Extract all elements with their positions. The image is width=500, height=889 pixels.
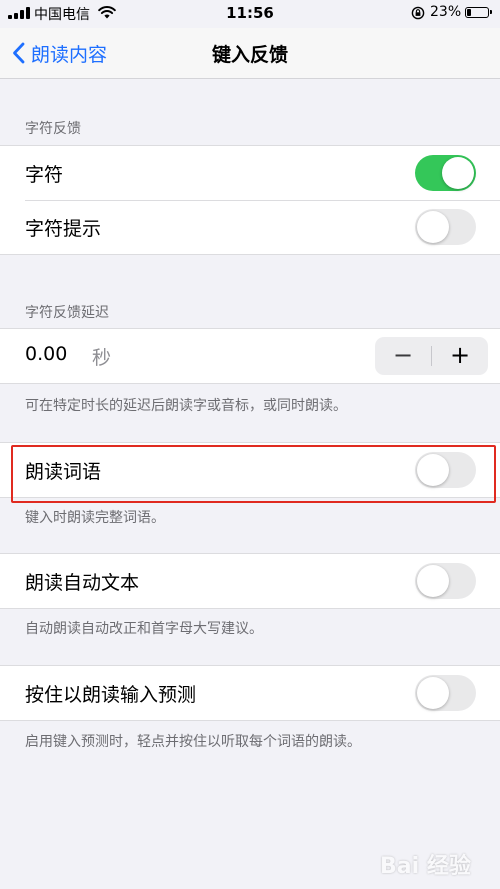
speak-words-footer-note: 键入时朗读完整词语。 xyxy=(25,510,165,526)
battery-icon xyxy=(465,7,492,18)
setting-row-character: 字符 xyxy=(0,146,500,200)
toggle-knob xyxy=(417,677,449,709)
speak-predictions-toggle[interactable] xyxy=(415,675,476,711)
speak-autotext-toggle[interactable] xyxy=(415,563,476,599)
speak-autotext-footer-note: 自动朗读自动改正和首字母大写建议。 xyxy=(25,621,263,637)
speak-autotext-group: 朗读自动文本 xyxy=(0,553,500,609)
setting-row-speak-autotext: 朗读自动文本 xyxy=(0,554,500,608)
decrement-button[interactable]: − xyxy=(375,337,431,375)
setting-row-character-hints: 字符提示 xyxy=(0,200,500,254)
battery-level xyxy=(467,9,471,16)
speak-predictions-footer-note: 启用键入预测时，轻点并按住以听取每个词语的朗读。 xyxy=(25,734,361,750)
status-bar: 中国电信 11:56 23% xyxy=(0,0,500,28)
page-title: 键入反馈 xyxy=(211,44,288,66)
baidu-jingyan-watermark: Bai 经验 xyxy=(380,836,496,886)
section-header-character-feedback: 字符反馈 xyxy=(25,121,81,137)
toggle-knob xyxy=(442,157,474,189)
increment-button[interactable]: + xyxy=(432,337,488,375)
delay-footer-note: 可在特定时长的延迟后朗读字或音标，或同时朗读。 xyxy=(25,398,347,414)
section-header-feedback-delay: 字符反馈延迟 xyxy=(25,305,109,321)
setting-label: 字符提示 xyxy=(25,218,102,240)
navigation-bar: 朗读内容 键入反馈 xyxy=(0,28,500,79)
battery-percentage: 23% xyxy=(430,4,462,20)
setting-label: 朗读自动文本 xyxy=(25,572,140,594)
character-feedback-group: 字符 字符提示 xyxy=(0,145,500,255)
delay-unit: 秒 xyxy=(92,347,112,369)
setting-label: 按住以朗读输入预测 xyxy=(25,684,197,706)
character-toggle[interactable] xyxy=(415,155,476,191)
rotation-lock-icon xyxy=(411,6,425,20)
character-hints-toggle[interactable] xyxy=(415,209,476,245)
feedback-delay-group: 0.00 秒 − + xyxy=(0,328,500,384)
setting-row-delay: 0.00 秒 − + xyxy=(0,329,500,383)
delay-stepper: − + xyxy=(375,337,488,375)
toggle-knob xyxy=(417,565,449,597)
clock: 11:56 xyxy=(226,4,274,22)
speak-predictions-group: 按住以朗读输入预测 xyxy=(0,665,500,721)
setting-label: 字符 xyxy=(25,164,64,186)
setting-row-speak-predictions: 按住以朗读输入预测 xyxy=(0,666,500,720)
toggle-knob xyxy=(417,211,449,243)
highlight-box xyxy=(11,445,496,503)
delay-value: 0.00 xyxy=(25,343,68,365)
watermark-text: Bai 经验 xyxy=(380,854,471,879)
